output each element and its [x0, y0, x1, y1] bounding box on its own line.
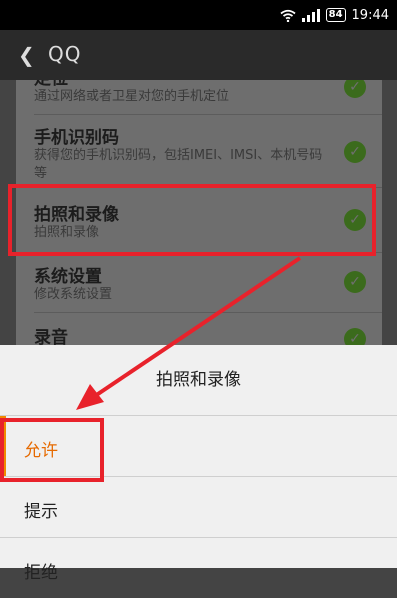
annotation-arrow [76, 256, 302, 410]
